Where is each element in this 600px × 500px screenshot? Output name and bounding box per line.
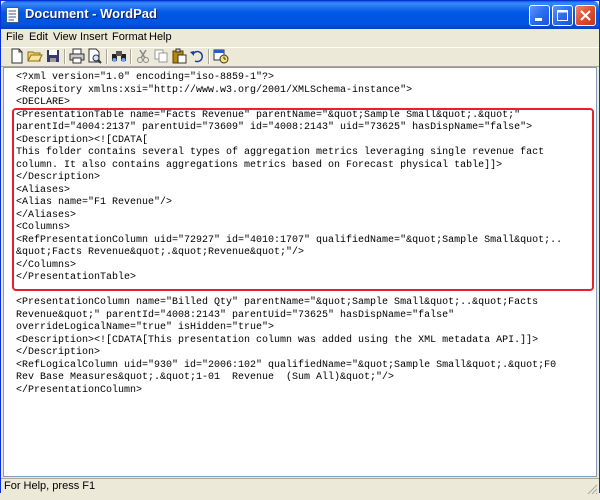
- menu-insert[interactable]: Insert: [80, 31, 108, 43]
- save-icon[interactable]: [45, 48, 61, 64]
- print-preview-icon[interactable]: [87, 48, 103, 64]
- paste-icon[interactable]: [171, 48, 187, 64]
- maximize-button[interactable]: [552, 5, 573, 26]
- toolbar-separator: [130, 49, 132, 64]
- document-line: <?xml version="1.0" encoding="iso-8859-1…: [16, 72, 275, 83]
- toolbar-separator: [208, 49, 210, 64]
- document-line: </Description>: [16, 347, 101, 358]
- toolbar-separator: [64, 49, 66, 64]
- open-folder-icon[interactable]: [27, 48, 43, 64]
- menu-format[interactable]: Format: [112, 31, 147, 43]
- document-editor[interactable]: <?xml version="1.0" encoding="iso-8859-1…: [3, 67, 597, 477]
- cut-icon[interactable]: [135, 48, 151, 64]
- date-time-icon[interactable]: [213, 48, 229, 64]
- status-help-text: For Help, press F1: [4, 480, 96, 492]
- new-document-icon[interactable]: [9, 48, 25, 64]
- menu-edit[interactable]: Edit: [29, 31, 48, 43]
- minimize-icon: [535, 18, 542, 21]
- find-icon[interactable]: [111, 48, 127, 64]
- close-button[interactable]: [575, 5, 596, 26]
- document-line: overrideLogicalName="true" isHidden="tru…: [16, 322, 275, 333]
- menu-view[interactable]: View: [53, 31, 77, 43]
- maximize-icon: [557, 10, 568, 21]
- status-bar: For Help, press F1: [1, 478, 599, 495]
- toolbar: [1, 47, 599, 67]
- menu-bar: File Edit View Insert Format Help: [1, 29, 599, 47]
- document-line: <Repository xmlns:xsi="http://www.w3.org…: [16, 84, 413, 96]
- document-line: <Description><![CDATA[This presentation …: [16, 334, 539, 346]
- document-line: <RefLogicalColumn uid="930" id="2006:102…: [16, 359, 557, 371]
- menu-help[interactable]: Help: [149, 31, 172, 43]
- document-line: Revenue&quot;" parentId="4008:2143" pare…: [16, 309, 455, 321]
- title-bar[interactable]: Document - WordPad: [1, 1, 599, 29]
- resize-grip-icon[interactable]: [586, 482, 598, 495]
- highlight-annotation-box: [12, 108, 594, 291]
- wordpad-window: Document - WordPad File Edit View Insert…: [0, 0, 600, 495]
- minimize-button[interactable]: [529, 5, 550, 26]
- document-line: </PresentationColumn>: [16, 384, 143, 396]
- undo-icon[interactable]: [189, 48, 205, 64]
- window-title: Document - WordPad: [25, 6, 157, 21]
- copy-icon[interactable]: [153, 48, 169, 64]
- menu-file[interactable]: File: [6, 31, 24, 43]
- document-line: <PresentationColumn name="Billed Qty" pa…: [16, 297, 539, 308]
- wordpad-app-icon[interactable]: [6, 7, 20, 23]
- toolbar-separator: [106, 49, 108, 64]
- print-icon[interactable]: [69, 48, 85, 64]
- document-line: Rev Base Measures&quot;.&quot;1-01 Reven…: [16, 372, 395, 383]
- close-icon: [580, 10, 591, 21]
